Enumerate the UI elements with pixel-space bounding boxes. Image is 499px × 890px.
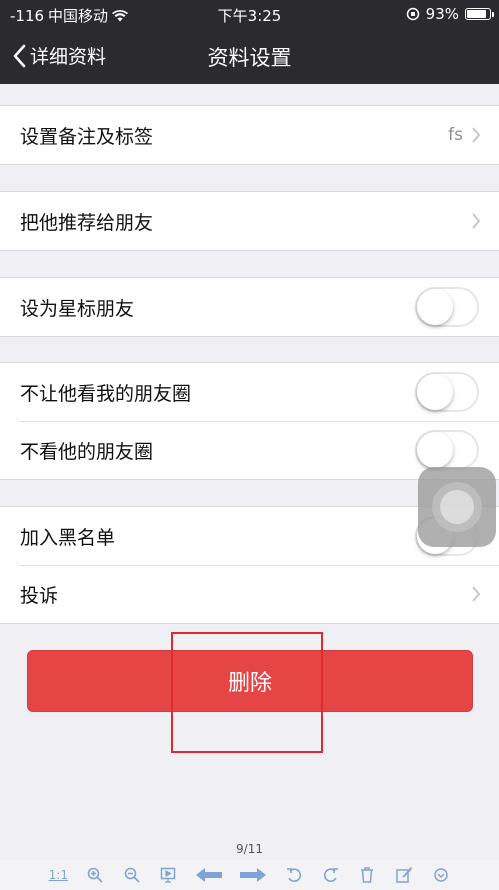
rotate-left-icon[interactable] <box>283 866 305 884</box>
cell-label: 不看他的朋友圈 <box>20 440 154 463</box>
cell-label: 设置备注及标签 <box>20 125 154 148</box>
group-moments: 不让他看我的朋友圈 不看他的朋友圈 <box>0 362 499 480</box>
toggle-knob <box>417 374 453 410</box>
battery-icon <box>465 8 494 20</box>
cell-hide-my-moments: 不让他看我的朋友圈 <box>0 363 499 421</box>
group-star: 设为星标朋友 <box>0 277 499 337</box>
chevron-right-icon <box>472 586 481 602</box>
cell-label: 把他推荐给朋友 <box>20 211 154 234</box>
rotate-right-icon[interactable] <box>320 866 342 884</box>
battery-percent: 93% <box>425 5 459 23</box>
cell-label: 设为星标朋友 <box>20 297 135 320</box>
hide-my-moments-toggle[interactable] <box>415 372 479 412</box>
slideshow-icon[interactable] <box>157 866 179 884</box>
prev-arrow-icon[interactable] <box>194 866 224 884</box>
group-remark: 设置备注及标签 fs <box>0 105 499 165</box>
cell-label: 投诉 <box>20 584 59 607</box>
highlight-annotation-box <box>171 632 323 753</box>
battery-fill <box>467 10 486 18</box>
cell-complain[interactable]: 投诉 <box>0 565 499 623</box>
assistive-touch-center <box>440 490 474 524</box>
hide-his-moments-toggle[interactable] <box>415 430 479 470</box>
zoom-out-icon[interactable] <box>121 866 143 884</box>
cell-detail: fs <box>448 125 463 145</box>
more-icon[interactable] <box>430 866 452 884</box>
cell-label: 加入黑名单 <box>20 526 116 549</box>
toggle-knob <box>417 432 453 468</box>
chevron-right-icon <box>472 127 481 143</box>
cell-recommend-to-friend[interactable]: 把他推荐给朋友 <box>0 192 499 250</box>
zoom-in-icon[interactable] <box>84 866 106 884</box>
navigation-bar: 详细资料 资料设置 <box>0 28 499 84</box>
actual-size-icon[interactable]: 1:1 <box>47 866 69 884</box>
cell-set-remark-and-tags[interactable]: 设置备注及标签 fs <box>0 106 499 164</box>
trash-icon[interactable] <box>356 866 378 884</box>
page-indicator: 9/11 <box>236 842 263 856</box>
cell-star-friend: 设为星标朋友 <box>0 278 499 336</box>
toggle-knob <box>417 289 453 325</box>
assistive-touch-button[interactable] <box>418 467 496 547</box>
status-right: 93% <box>406 5 494 23</box>
cell-label: 不让他看我的朋友圈 <box>20 382 192 405</box>
edit-icon[interactable] <box>393 866 415 884</box>
page-title: 资料设置 <box>207 46 292 70</box>
actual-size-label: 1:1 <box>48 868 68 882</box>
chevron-right-icon <box>472 213 481 229</box>
star-friend-toggle[interactable] <box>415 287 479 327</box>
viewer-toolbar: 1:1 <box>0 860 499 890</box>
next-arrow-icon[interactable] <box>238 866 268 884</box>
group-recommend: 把他推荐给朋友 <box>0 191 499 251</box>
orientation-lock-icon <box>406 7 419 21</box>
status-bar: -116 中国移动 下午3:25 93% <box>0 0 499 28</box>
